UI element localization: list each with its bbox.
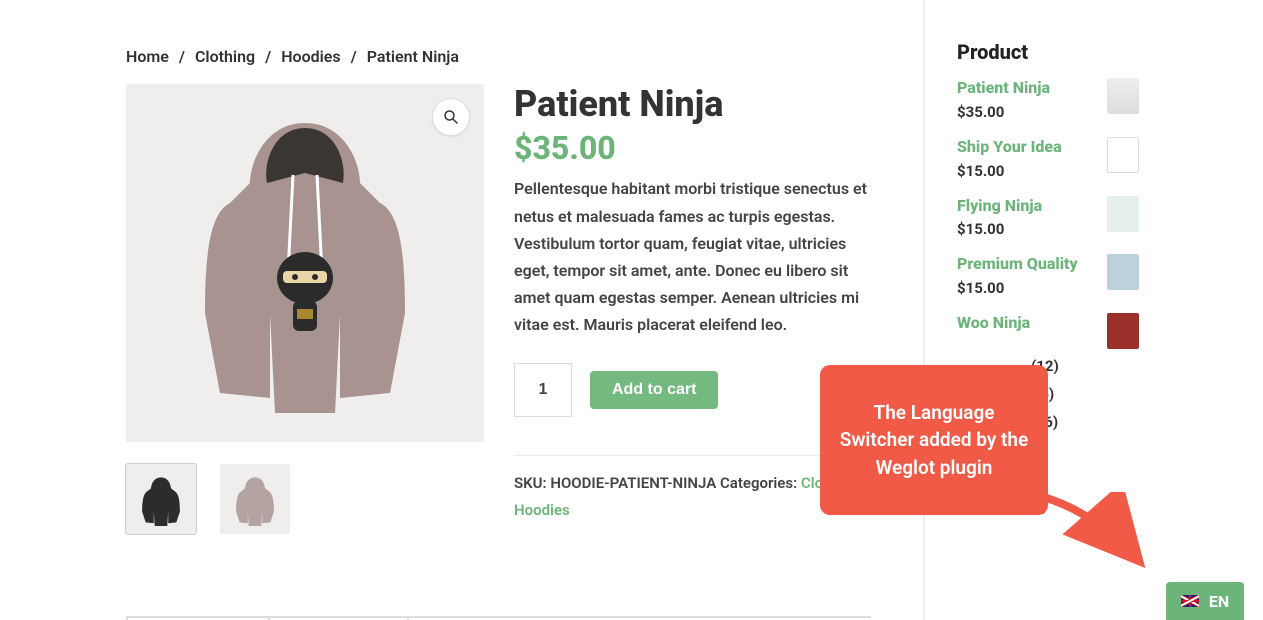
sidebar-product-item[interactable]: Premium Quality $15.00: [957, 254, 1139, 307]
product-thumb[interactable]: [126, 464, 196, 534]
sidebar-divider: [923, 0, 925, 620]
sidebar-product-title: Patient Ninja: [957, 78, 1107, 99]
product-price: $35.00: [514, 129, 871, 167]
crumb-home[interactable]: Home: [126, 47, 169, 66]
sidebar-heading-product: Product: [957, 40, 1139, 64]
hoodie-illustration: [175, 113, 435, 413]
search-icon: [442, 108, 460, 126]
tab-divider: [407, 616, 409, 620]
crumb-sep: /: [265, 47, 271, 66]
sku-label: SKU:: [514, 474, 550, 492]
product-details: Patient Ninja $35.00 Pellentesque habita…: [514, 84, 871, 534]
sidebar-product-item[interactable]: Woo Ninja: [957, 313, 1139, 349]
sidebar-product-price: $15.00: [957, 162, 1107, 180]
sidebar-product-thumb: [1107, 254, 1139, 290]
quantity-input[interactable]: [514, 363, 572, 417]
category-link-hoodies[interactable]: Hoodies: [514, 501, 570, 519]
sidebar-product-thumb: [1107, 137, 1139, 173]
sidebar-product-item[interactable]: Patient Ninja $35.00: [957, 78, 1139, 131]
sidebar-product-price: $15.00: [957, 220, 1107, 238]
tab-divider: [126, 616, 128, 620]
crumb-hoodies[interactable]: Hoodies: [281, 47, 340, 66]
annotation-callout: The Language Switcher added by the Weglo…: [820, 365, 1048, 515]
flag-uk-icon: [1181, 595, 1199, 607]
sidebar-product-price: $35.00: [957, 103, 1107, 121]
crumb-sep: /: [179, 47, 185, 66]
cats-label: Categories:: [716, 474, 801, 492]
product-page: Home / Clothing / Hoodies / Patient Ninj…: [126, 47, 871, 534]
sidebar-product-thumb: [1107, 313, 1139, 349]
meta-separator: [514, 455, 871, 456]
tab-divider: [268, 616, 270, 620]
sidebar-product-title: Ship Your Idea: [957, 137, 1107, 158]
crumb-sep: /: [351, 47, 357, 66]
crumb-current: Patient Ninja: [367, 47, 459, 66]
language-label: EN: [1209, 592, 1229, 611]
product-description: Pellentesque habitant morbi tristique se…: [514, 175, 871, 338]
breadcrumb: Home / Clothing / Hoodies / Patient Ninj…: [126, 47, 871, 66]
sidebar-product-title: Woo Ninja: [957, 313, 1107, 334]
sidebar-product-item[interactable]: Ship Your Idea $15.00: [957, 137, 1139, 190]
zoom-button[interactable]: [432, 98, 470, 136]
language-switcher[interactable]: EN: [1166, 582, 1244, 620]
sidebar-product-item[interactable]: Flying Ninja $15.00: [957, 196, 1139, 249]
sidebar-product-thumb: [1107, 196, 1139, 232]
sku-value: HOODIE-PATIENT-NINJA: [550, 474, 716, 492]
product-meta: SKU: HOODIE-PATIENT-NINJA Categories: Cl…: [514, 470, 871, 524]
sidebar-product-title: Flying Ninja: [957, 196, 1107, 217]
product-image-main[interactable]: [126, 84, 484, 442]
sidebar-product-title: Premium Quality: [957, 254, 1107, 275]
product-thumb[interactable]: [220, 464, 290, 534]
tabs-separator: [126, 616, 871, 618]
sidebar-product-thumb: [1107, 78, 1139, 114]
crumb-clothing[interactable]: Clothing: [195, 47, 255, 66]
sidebar-product-price: $15.00: [957, 279, 1107, 297]
add-to-cart-button[interactable]: Add to cart: [590, 371, 718, 409]
product-gallery: [126, 84, 484, 534]
product-title: Patient Ninja: [514, 84, 871, 125]
